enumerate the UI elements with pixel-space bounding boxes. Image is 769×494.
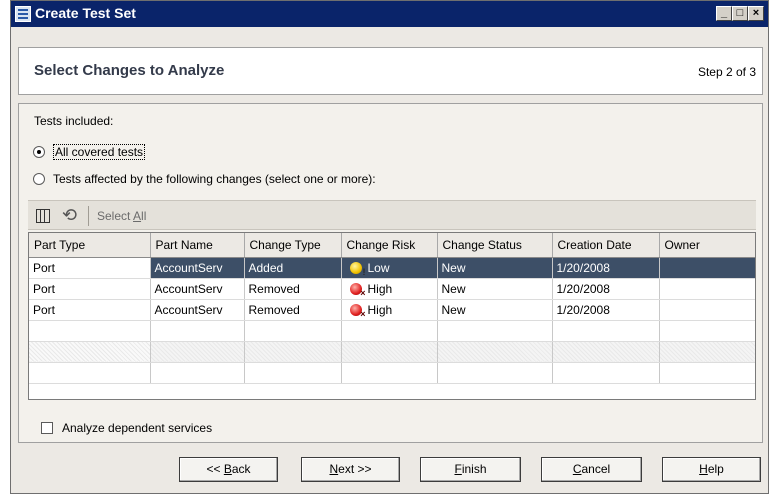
maximize-button[interactable]: □ bbox=[732, 6, 748, 21]
changes-toolbar: ⟲ Select All bbox=[28, 200, 756, 230]
empty-row bbox=[29, 320, 755, 342]
create-test-set-dialog: Create Test Set _ □ × Select Changes to … bbox=[10, 0, 769, 494]
empty-row bbox=[29, 362, 755, 384]
cell-owner bbox=[659, 299, 755, 321]
high-risk-icon: × bbox=[349, 304, 366, 319]
radio-button[interactable] bbox=[33, 173, 45, 185]
column-header-owner[interactable]: Owner bbox=[659, 233, 755, 258]
cell-change-status: New bbox=[437, 299, 553, 321]
columns-icon[interactable] bbox=[36, 209, 50, 223]
radio-label: All covered tests bbox=[53, 144, 146, 160]
table-header-row: Part Type Part Name Change Type Change R… bbox=[29, 233, 755, 258]
table-row[interactable]: Port AccountServ Removed × High New 1/20/… bbox=[29, 278, 755, 300]
changes-table[interactable]: Part Type Part Name Change Type Change R… bbox=[28, 232, 756, 400]
refresh-icon[interactable]: ⟲ bbox=[62, 205, 77, 226]
radio-all-covered-tests[interactable]: All covered tests bbox=[33, 144, 146, 160]
cell-creation-date: 1/20/2008 bbox=[552, 299, 660, 321]
cell-change-status: New bbox=[437, 278, 553, 300]
window-title: Create Test Set bbox=[35, 5, 136, 21]
table-row[interactable]: Port AccountServ Added ! Low New 1/20/200… bbox=[29, 257, 755, 279]
analyze-dependent-services-checkbox[interactable]: Analyze dependent services bbox=[41, 421, 212, 435]
cell-change-type: Removed bbox=[244, 299, 342, 321]
checkbox-label: Analyze dependent services bbox=[62, 421, 213, 435]
radio-button[interactable] bbox=[33, 146, 45, 158]
column-header-creation-date[interactable]: Creation Date bbox=[552, 233, 660, 258]
cell-part-type: Port bbox=[29, 257, 151, 279]
minimize-button[interactable]: _ bbox=[716, 6, 732, 21]
title-bar[interactable]: Create Test Set _ □ × bbox=[11, 1, 768, 27]
cell-change-type: Added bbox=[244, 257, 342, 279]
cancel-button[interactable]: Cancel bbox=[541, 457, 642, 482]
radio-tests-affected[interactable]: Tests affected by the following changes … bbox=[33, 172, 376, 186]
cell-owner bbox=[659, 257, 755, 279]
cell-change-type: Removed bbox=[244, 278, 342, 300]
column-header-part-name[interactable]: Part Name bbox=[150, 233, 245, 258]
finish-button[interactable]: Finish bbox=[420, 457, 521, 482]
column-header-change-risk[interactable]: Change Risk bbox=[341, 233, 438, 258]
high-risk-icon: × bbox=[349, 283, 366, 298]
checkbox[interactable] bbox=[41, 422, 53, 434]
table-row[interactable]: Port AccountServ Removed × High New 1/20/… bbox=[29, 299, 755, 321]
column-header-change-status[interactable]: Change Status bbox=[437, 233, 553, 258]
tests-included-label: Tests included: bbox=[34, 114, 114, 128]
select-all-button[interactable]: Select All bbox=[97, 209, 146, 223]
radio-label: Tests affected by the following changes … bbox=[53, 172, 376, 186]
empty-row bbox=[29, 341, 755, 363]
cell-part-type: Port bbox=[29, 299, 151, 321]
cell-part-type: Port bbox=[29, 278, 151, 300]
cell-creation-date: 1/20/2008 bbox=[552, 257, 660, 279]
cell-change-risk: × High bbox=[341, 278, 438, 300]
page-title: Select Changes to Analyze bbox=[34, 62, 225, 79]
wizard-header: Select Changes to Analyze Step 2 of 3 bbox=[18, 47, 763, 95]
cell-creation-date: 1/20/2008 bbox=[552, 278, 660, 300]
cell-part-name: AccountServ bbox=[150, 278, 245, 300]
step-indicator: Step 2 of 3 bbox=[697, 65, 756, 79]
close-button[interactable]: × bbox=[748, 6, 764, 21]
cell-change-risk: × High bbox=[341, 299, 438, 321]
content-panel: Tests included: All covered tests Tests … bbox=[18, 103, 763, 443]
cell-part-name: AccountServ bbox=[150, 257, 245, 279]
cell-owner bbox=[659, 278, 755, 300]
help-button[interactable]: Help bbox=[662, 457, 761, 482]
low-risk-icon: ! bbox=[349, 262, 366, 277]
toolbar-separator bbox=[88, 206, 89, 226]
column-header-part-type[interactable]: Part Type bbox=[29, 233, 151, 258]
cell-change-status: New bbox=[437, 257, 553, 279]
cell-part-name: AccountServ bbox=[150, 299, 245, 321]
back-button[interactable]: << Back bbox=[179, 457, 278, 482]
column-header-change-type[interactable]: Change Type bbox=[244, 233, 342, 258]
app-icon bbox=[15, 6, 31, 22]
next-button[interactable]: Next >> bbox=[301, 457, 400, 482]
cell-change-risk: ! Low bbox=[341, 257, 438, 279]
